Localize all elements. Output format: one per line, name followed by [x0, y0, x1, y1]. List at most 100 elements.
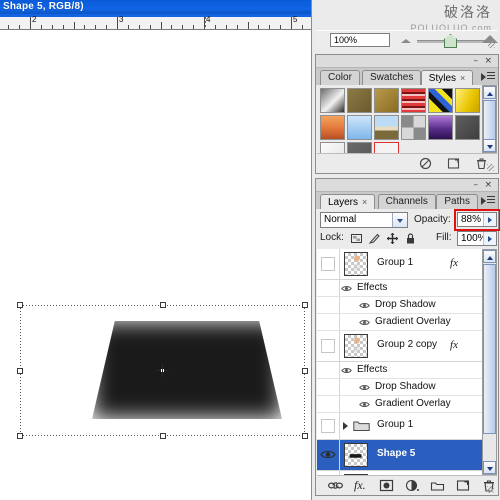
visibility-cell[interactable] [317, 396, 340, 412]
effects-row[interactable]: Effects [317, 280, 482, 297]
eye-icon[interactable] [341, 366, 352, 375]
swatch-red-stripes[interactable] [401, 88, 426, 113]
layer-row[interactable]: Group 2 copy fx [317, 331, 482, 362]
add-layer-mask-icon[interactable] [379, 479, 394, 492]
layers-panel-titlebar[interactable]: – × [316, 179, 498, 192]
handle-top-center[interactable] [159, 302, 166, 308]
zoom-level-field[interactable]: 100% [330, 33, 390, 47]
visibility-cell[interactable] [317, 413, 340, 439]
visibility-cell[interactable] [317, 379, 340, 395]
fill-field[interactable]: 100% [457, 231, 497, 246]
clear-style-icon[interactable] [419, 157, 432, 170]
styles-scrollbar[interactable] [482, 85, 497, 153]
handle-bottom-right[interactable] [302, 433, 308, 439]
handle-bottom-left[interactable] [17, 433, 23, 439]
eye-icon[interactable] [359, 318, 370, 327]
transform-selection-box[interactable] [17, 302, 308, 439]
styles-close-icon[interactable]: × [484, 57, 492, 66]
swatch-orange-sunset[interactable] [320, 115, 345, 140]
tab-swatches[interactable]: Swatches [362, 70, 422, 85]
swatch-gold-brown[interactable] [374, 88, 399, 113]
tab-paths[interactable]: Paths [436, 194, 478, 209]
swatch-purple-gradient[interactable] [428, 115, 453, 140]
tab-close-icon[interactable]: × [362, 197, 367, 207]
styles-scroll-up-icon[interactable] [483, 86, 496, 99]
swatch-olive[interactable] [347, 88, 372, 113]
tab-layers[interactable]: Layers × [320, 194, 376, 209]
canvas[interactable] [0, 30, 311, 500]
visibility-cell[interactable] [317, 249, 340, 279]
tab-close-icon[interactable]: × [460, 73, 465, 83]
new-style-icon[interactable] [447, 157, 460, 170]
effect-row[interactable]: Gradient Overlay [317, 396, 482, 413]
layers-scroll-thumb[interactable] [483, 264, 496, 434]
eye-icon-off[interactable] [321, 419, 335, 433]
layer-thumbnail[interactable] [344, 334, 368, 358]
document-title-bar[interactable]: Shape 5, RGB/8) [0, 0, 311, 14]
visibility-cell[interactable] [317, 297, 340, 313]
layer-group-row[interactable]: Group 1 [317, 413, 482, 440]
transform-center-point[interactable] [155, 363, 169, 377]
layers-scroll-down-icon[interactable] [483, 461, 496, 474]
layers-panel-resize-grip[interactable] [487, 486, 494, 493]
styles-minimize-icon[interactable]: – [474, 57, 479, 66]
styles-panel-titlebar[interactable]: – × [316, 55, 498, 68]
handle-top-right[interactable] [302, 302, 308, 308]
swatch-yellow-black-abstract[interactable] [428, 88, 453, 113]
layer-thumbnail[interactable] [344, 252, 368, 276]
swatch-dark-gray[interactable] [455, 115, 480, 140]
swatch-noise-gray[interactable] [401, 115, 426, 140]
horizontal-ruler[interactable]: 23456 [0, 14, 384, 30]
lock-image-icon[interactable] [368, 232, 381, 245]
handle-top-left[interactable] [17, 302, 23, 308]
new-adjustment-layer-icon[interactable] [405, 479, 420, 492]
styles-panel-resize-grip[interactable] [487, 164, 494, 171]
styles-panel-menu-icon[interactable] [481, 70, 495, 82]
swatch-yellow-fold[interactable] [455, 88, 480, 113]
visibility-cell[interactable] [317, 314, 340, 330]
add-layer-style-icon[interactable]: fx. [354, 479, 371, 492]
layer-fx-badge[interactable]: fx [450, 339, 458, 351]
zoom-out-icon[interactable] [401, 39, 411, 43]
eye-icon[interactable] [359, 301, 370, 310]
layers-close-icon[interactable]: × [484, 181, 492, 190]
effect-row[interactable]: Drop Shadow [317, 297, 482, 314]
effects-row[interactable]: Effects [317, 362, 482, 379]
layers-panel-menu-icon[interactable] [481, 194, 495, 206]
layer-thumbnail[interactable] [344, 443, 368, 467]
layer-fx-badge[interactable]: fx [450, 257, 458, 269]
eye-icon[interactable] [341, 284, 352, 293]
chevron-right-icon[interactable] [343, 422, 348, 430]
layers-minimize-icon[interactable]: – [474, 181, 479, 190]
eye-icon-off[interactable] [321, 339, 335, 353]
fill-stepper-icon[interactable] [483, 232, 496, 245]
styles-scroll-down-icon[interactable] [483, 139, 496, 152]
layer-list[interactable]: Group 1 fx Effects Drop Shadow Gradient Over… [317, 249, 482, 475]
handle-middle-left[interactable] [17, 367, 23, 374]
eye-icon-off[interactable] [321, 257, 335, 271]
new-group-icon[interactable] [430, 479, 445, 492]
link-layers-icon[interactable] [327, 479, 344, 492]
handle-bottom-center[interactable] [159, 433, 166, 439]
chevron-down-icon[interactable] [392, 213, 407, 227]
visibility-cell[interactable] [317, 362, 340, 378]
layer-row[interactable]: Shape 5 [317, 440, 482, 471]
lock-position-icon[interactable] [386, 232, 399, 245]
eye-icon[interactable] [359, 400, 370, 409]
tab-styles[interactable]: Styles × [420, 70, 474, 85]
tab-channels[interactable]: Channels [377, 194, 436, 209]
blend-mode-select[interactable]: Normal [320, 212, 408, 228]
lock-transparency-icon[interactable] [350, 232, 363, 245]
effect-row[interactable]: Drop Shadow [317, 379, 482, 396]
swatch-gray-gradient[interactable] [320, 88, 345, 113]
visibility-cell[interactable] [317, 440, 340, 470]
swatch-sky-blue[interactable] [347, 115, 372, 140]
new-layer-icon[interactable] [456, 479, 471, 492]
zoom-slider-thumb[interactable] [444, 34, 457, 48]
effect-row[interactable]: Gradient Overlay [317, 314, 482, 331]
resize-grip[interactable] [488, 41, 495, 48]
layer-row[interactable]: Group 1 fx [317, 249, 482, 280]
swatch-horizon[interactable] [374, 115, 399, 140]
handle-middle-right[interactable] [302, 367, 308, 374]
visibility-cell[interactable] [317, 280, 340, 296]
